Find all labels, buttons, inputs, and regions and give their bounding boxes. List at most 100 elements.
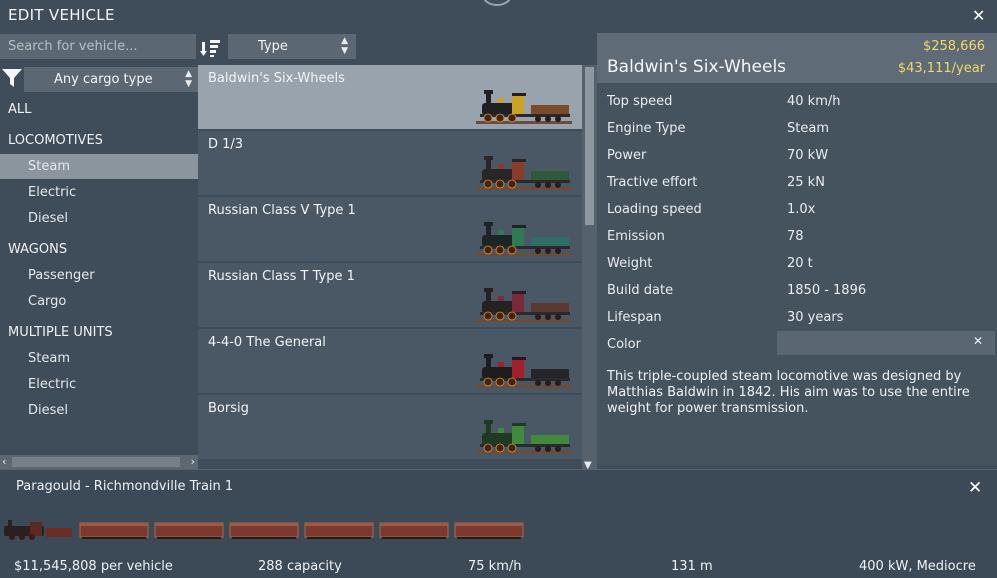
vehicle-price: $258,666 bbox=[922, 39, 985, 54]
spec-value: 25 kN bbox=[787, 175, 825, 190]
sort-type-label: Type bbox=[258, 39, 288, 54]
detail-header: Baldwin's Six-Wheels $258,666 $43,111/ye… bbox=[597, 33, 997, 83]
chevron-right-icon[interactable]: › bbox=[191, 455, 195, 468]
category-item[interactable]: Diesel bbox=[0, 206, 198, 231]
consist-wagon[interactable] bbox=[154, 522, 224, 539]
close-icon[interactable]: ✕ bbox=[972, 6, 985, 25]
locomotive-thumbnail bbox=[476, 222, 572, 256]
category-label: Cargo bbox=[28, 294, 67, 309]
vehicle-description: This triple-coupled steam locomotive was… bbox=[607, 369, 970, 416]
spec-value: 1.0x bbox=[787, 202, 816, 217]
vehicle-list-item[interactable]: Baldwin's Six-Wheels bbox=[198, 65, 582, 129]
cargo-type-select[interactable]: Any cargo type ▲ ▼ bbox=[24, 67, 200, 92]
spec-label: Lifespan bbox=[607, 310, 662, 325]
vehicle-list-item-name: Russian Class T Type 1 bbox=[208, 269, 355, 284]
consist-wagon[interactable] bbox=[229, 522, 299, 539]
vehicle-list-item-name: 4-4-0 The General bbox=[208, 335, 326, 350]
consist-wagon[interactable] bbox=[79, 522, 149, 539]
train-consist[interactable] bbox=[0, 518, 540, 542]
spec-label: Build date bbox=[607, 283, 674, 298]
scrollbar-thumb[interactable] bbox=[12, 457, 180, 467]
train-stat: 75 km/h bbox=[468, 559, 522, 574]
locomotive-thumbnail bbox=[476, 288, 572, 322]
category-label: Steam bbox=[28, 159, 70, 174]
category-item[interactable]: Electric bbox=[0, 180, 198, 205]
spec-value: 30 years bbox=[787, 310, 844, 325]
spec-value: 1850 - 1896 bbox=[787, 283, 867, 298]
vehicle-list-item-name: Borsig bbox=[208, 401, 249, 416]
spec-value: 78 bbox=[787, 229, 804, 244]
spec-row: Top speed 40 km/h bbox=[597, 89, 997, 116]
locomotive-thumbnail bbox=[476, 354, 572, 388]
category-item[interactable]: Passenger bbox=[0, 263, 198, 288]
category-header[interactable]: MULTIPLE UNITS bbox=[0, 320, 198, 345]
category-header[interactable]: WAGONS bbox=[0, 237, 198, 262]
vehicle-list-item[interactable]: Russian Class T Type 1 bbox=[198, 263, 582, 327]
spec-row: Emission 78 bbox=[597, 224, 997, 251]
vehicle-list-item[interactable]: Borsig bbox=[198, 395, 582, 459]
consist-wagon[interactable] bbox=[454, 522, 524, 539]
vehicle-list-item[interactable]: 4-4-0 The General bbox=[198, 329, 582, 393]
train-stat: $11,545,808 per vehicle bbox=[14, 559, 173, 574]
category-label: Electric bbox=[28, 185, 77, 200]
spec-label: Weight bbox=[607, 256, 653, 271]
category-header[interactable]: LOCOMOTIVES bbox=[0, 128, 198, 153]
consist-wagon[interactable] bbox=[304, 522, 374, 539]
updown-arrow-icon: ▲ ▼ bbox=[185, 69, 192, 89]
chevron-left-icon[interactable]: ‹ bbox=[2, 455, 6, 468]
vehicle-list-item-name: Baldwin's Six-Wheels bbox=[208, 71, 345, 86]
train-name: Paragould - Richmondville Train 1 bbox=[16, 479, 234, 494]
spec-row: Build date 1850 - 1896 bbox=[597, 278, 997, 305]
title-bar: EDIT VEHICLE ✕ bbox=[0, 0, 997, 32]
vehicle-list-item[interactable]: D 1/3 bbox=[198, 131, 582, 195]
horizontal-scrollbar[interactable]: ‹ › bbox=[0, 455, 198, 469]
category-label: Passenger bbox=[28, 268, 95, 283]
color-picker[interactable]: ✕ bbox=[777, 331, 995, 355]
handle-icon bbox=[482, 0, 512, 6]
category-label: Diesel bbox=[28, 211, 69, 226]
category-label: ALL bbox=[8, 102, 32, 117]
category-header[interactable]: ALL bbox=[0, 97, 198, 122]
spec-row: Weight 20 t bbox=[597, 251, 997, 278]
train-stat: 288 capacity bbox=[258, 559, 342, 574]
close-icon[interactable]: ✕ bbox=[968, 478, 982, 498]
spec-row: Power 70 kW bbox=[597, 143, 997, 170]
spec-label: Tractive effort bbox=[607, 175, 698, 190]
vehicle-list: Baldwin's Six-Wheels D 1/3 Russian Class V… bbox=[198, 65, 582, 461]
vehicle-upkeep: $43,111/year bbox=[897, 61, 985, 76]
sort-type-select[interactable]: Type ▲ ▼ bbox=[228, 34, 356, 59]
consist-wagon[interactable] bbox=[379, 522, 449, 539]
spec-value: 70 kW bbox=[787, 148, 829, 163]
spec-label: Color bbox=[607, 337, 641, 352]
train-panel: Paragould - Richmondville Train 1 ✕ $11,… bbox=[0, 469, 997, 578]
vertical-scrollbar[interactable]: ▼ bbox=[582, 65, 597, 471]
category-item[interactable]: Diesel bbox=[0, 398, 198, 423]
spec-row: Lifespan 30 years bbox=[597, 305, 997, 332]
search-input[interactable] bbox=[0, 34, 196, 59]
consist-locomotive[interactable] bbox=[4, 520, 72, 540]
filter-funnel-icon bbox=[2, 69, 22, 87]
updown-arrow-icon: ▲ ▼ bbox=[341, 36, 348, 56]
spec-value: Steam bbox=[787, 121, 829, 136]
spec-label: Power bbox=[607, 148, 647, 163]
scrollbar-thumb[interactable] bbox=[585, 67, 594, 225]
window-title: EDIT VEHICLE bbox=[8, 6, 115, 24]
category-label: MULTIPLE UNITS bbox=[8, 325, 113, 340]
locomotive-thumbnail bbox=[476, 156, 572, 190]
vehicle-list-item-name: Russian Class V Type 1 bbox=[208, 203, 356, 218]
spec-label: Engine Type bbox=[607, 121, 686, 136]
category-item[interactable]: Cargo bbox=[0, 289, 198, 314]
spec-value: 20 t bbox=[787, 256, 813, 271]
sort-descending-icon[interactable] bbox=[200, 36, 224, 58]
category-item[interactable]: Steam bbox=[0, 154, 198, 179]
vehicle-list-item[interactable]: Russian Class V Type 1 bbox=[198, 197, 582, 261]
category-item[interactable]: Steam bbox=[0, 346, 198, 371]
close-icon[interactable]: ✕ bbox=[973, 334, 983, 348]
spec-label: Loading speed bbox=[607, 202, 702, 217]
category-label: WAGONS bbox=[8, 242, 68, 257]
spec-row: Engine Type Steam bbox=[597, 116, 997, 143]
category-label: Diesel bbox=[28, 403, 69, 418]
category-item[interactable]: Electric bbox=[0, 372, 198, 397]
locomotive-thumbnail bbox=[476, 90, 572, 124]
vehicle-name: Baldwin's Six-Wheels bbox=[607, 57, 787, 77]
